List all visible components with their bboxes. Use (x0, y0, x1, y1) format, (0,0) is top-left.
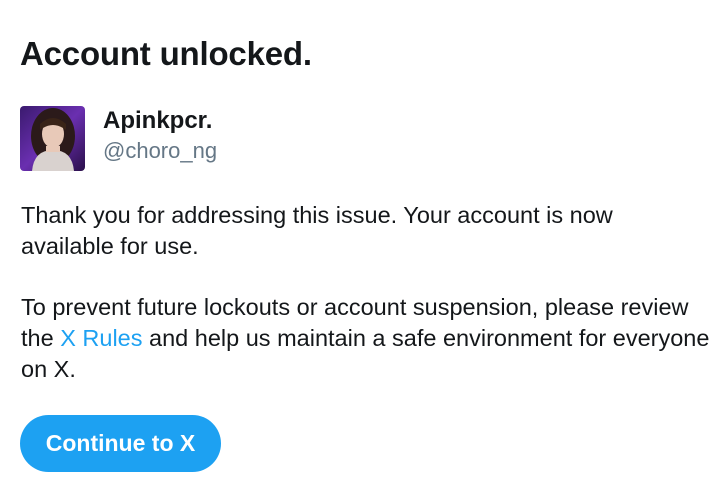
account-unlocked-page: Account unlocked. Apinkpcr. @choro_ng Th… (0, 0, 720, 497)
avatar (20, 106, 85, 171)
profile-names: Apinkpcr. @choro_ng (103, 106, 217, 166)
profile-card: Apinkpcr. @choro_ng (20, 106, 217, 172)
display-name: Apinkpcr. (103, 107, 213, 134)
unlock-message: Thank you for addressing this issue. You… (21, 202, 613, 259)
username-handle: @choro_ng (103, 138, 218, 163)
page-title: Account unlocked. (20, 35, 312, 72)
continue-to-x-button[interactable]: Continue to X (20, 415, 221, 472)
rules-message: To prevent future lockouts or account su… (21, 292, 711, 385)
x-rules-link[interactable]: X Rules (60, 325, 142, 351)
